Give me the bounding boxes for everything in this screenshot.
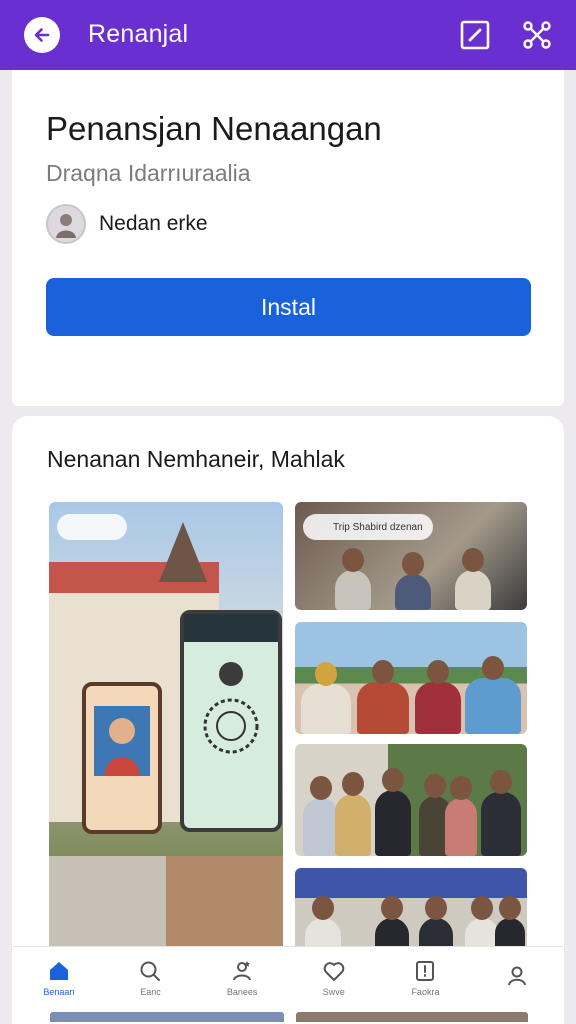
screenshot-overlay-avatar: [57, 514, 127, 540]
back-button[interactable]: [24, 17, 60, 53]
app-bar-title: Renanjal: [88, 20, 189, 48]
person-icon: [508, 966, 527, 985]
emblem-icon: [203, 662, 259, 754]
portrait-icon: [94, 706, 150, 776]
profile-star-icon: [233, 960, 252, 980]
app-bar: Renanjal: [0, 0, 576, 70]
screenshot-2[interactable]: Trip Shabird dzenan: [295, 502, 527, 610]
person-graphic: [301, 662, 351, 734]
app-subtitle: Draqna Idarrıuraalia: [46, 160, 251, 186]
nav-item-search[interactable]: Eanc: [110, 959, 190, 997]
screenshots-section-title: Nenanan Nemhaneir, Mahlak: [47, 446, 345, 472]
share-button[interactable]: [520, 18, 554, 52]
nav-label: Banees: [226, 986, 258, 997]
nav-item-notifications[interactable]: Faokra: [385, 959, 465, 997]
screenshot-5[interactable]: [295, 868, 527, 954]
heart-icon: [323, 961, 345, 981]
nav-item-account[interactable]: [477, 964, 557, 992]
person-graphic: [335, 548, 371, 610]
pagoda-graphic: [159, 522, 207, 582]
nav-label: Benaan: [43, 986, 75, 997]
person-graphic: [445, 776, 477, 856]
alert-box-icon: [416, 960, 435, 981]
app-name: Penansjan Nenaangan: [46, 110, 382, 147]
screenshot-caption: Trip Shabird dzenan: [303, 514, 433, 540]
edit-button[interactable]: [458, 19, 492, 51]
person-avatar-icon: [56, 214, 76, 238]
next-screenshot-peek: [50, 1012, 284, 1022]
share-network-icon: [523, 21, 551, 49]
bottom-navigation: Benaan Eanc Banees Swve Faokra: [13, 946, 563, 1008]
person-graphic: [395, 552, 431, 610]
person-graphic: [415, 660, 461, 734]
developer-avatar[interactable]: [46, 204, 86, 244]
home-icon: [49, 961, 68, 980]
person-graphic: [335, 772, 371, 856]
street-graphic: [49, 856, 283, 954]
person-graphic: [357, 660, 409, 734]
nav-label: Faokra: [411, 986, 440, 997]
nav-label: Eanc: [140, 986, 161, 997]
arrow-left-icon: [34, 28, 50, 42]
app-info-card: Penansjan Nenaangan Draqna Idarrıuraalia…: [12, 70, 564, 406]
developer-name[interactable]: Nedan erke: [99, 212, 208, 236]
screenshot-3[interactable]: [295, 622, 527, 734]
search-icon: [140, 961, 161, 981]
install-button[interactable]: Instal: [46, 278, 531, 336]
edit-icon: [460, 20, 490, 50]
phone-header-graphic: [184, 614, 278, 642]
next-screenshot-peek: [296, 1012, 528, 1022]
screenshot-4[interactable]: [295, 744, 527, 856]
nav-label: Swve: [322, 986, 345, 997]
person-graphic: [455, 548, 491, 610]
person-graphic: [481, 770, 521, 856]
screenshot-1[interactable]: [49, 502, 283, 954]
phone-graphic: [82, 682, 162, 834]
person-graphic: [465, 656, 521, 734]
phone-graphic: [180, 610, 282, 832]
nav-item-favorites[interactable]: Swve: [294, 959, 374, 997]
person-graphic: [375, 768, 411, 856]
screenshots-card: Nenanan Nemhaneir, Mahlak Trip Shabird d…: [12, 416, 564, 1024]
person-graphic: [303, 776, 339, 856]
nav-item-home[interactable]: Benaan: [19, 959, 99, 997]
nav-item-profile-star[interactable]: Banees: [202, 959, 282, 997]
